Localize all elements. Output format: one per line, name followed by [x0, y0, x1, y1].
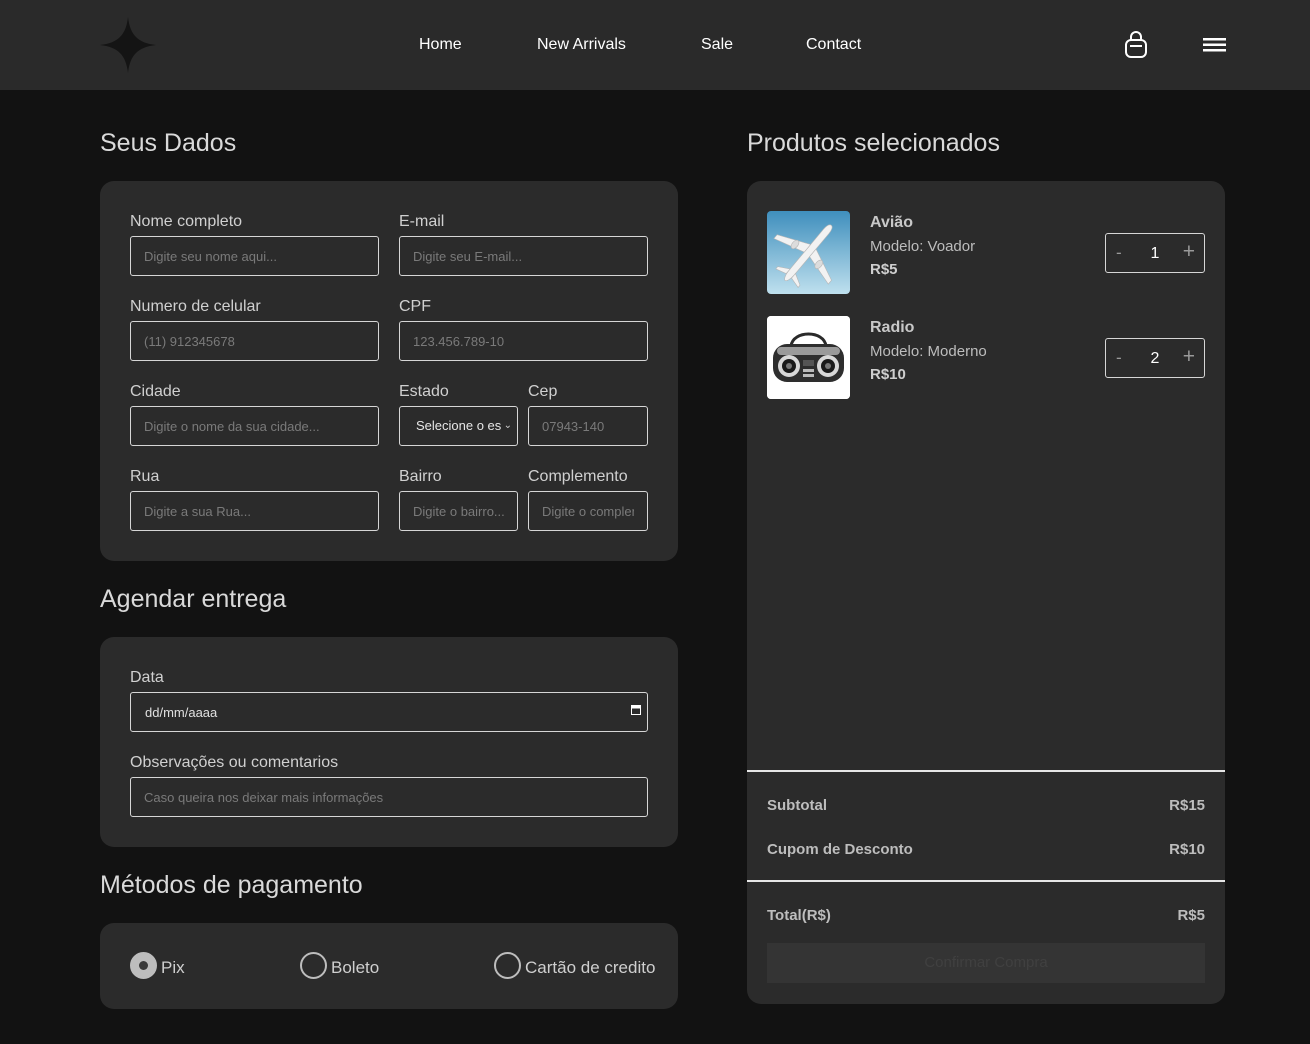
product-name-radio: Radio — [870, 319, 915, 336]
cupom-value: R$10 — [1169, 841, 1205, 858]
qty-increase-button[interactable]: + — [1183, 345, 1195, 369]
radio-boombox-image — [767, 316, 850, 399]
qty-increase-button[interactable]: + — [1183, 240, 1195, 264]
top-navbar: Home New Arrivals Sale Contact — [0, 0, 1310, 90]
radio-boleto[interactable] — [300, 952, 327, 979]
email-label: E-mail — [399, 213, 445, 230]
estado-select[interactable]: Selecione o es ⌄ — [399, 406, 518, 446]
summary-divider-top — [747, 770, 1225, 772]
celular-input[interactable] — [130, 321, 379, 361]
model-value: Moderno — [927, 343, 987, 360]
shopping-bag-icon[interactable] — [1123, 31, 1149, 59]
cpf-label: CPF — [399, 298, 431, 315]
hamburger-menu-icon[interactable] — [1203, 36, 1226, 54]
rua-input[interactable] — [130, 491, 379, 531]
total-value: R$5 — [1177, 907, 1205, 924]
nome-input[interactable] — [130, 236, 379, 276]
complemento-input[interactable] — [528, 491, 648, 531]
summary-divider-bottom — [747, 880, 1225, 882]
payment-option-cartao[interactable]: Cartão de credito — [494, 952, 656, 980]
section-title-seus-dados: Seus Dados — [100, 129, 237, 157]
product-image-radio — [767, 316, 850, 399]
quantity-stepper-aviao: - 1 + — [1105, 233, 1205, 273]
nav-link-contact[interactable]: Contact — [806, 36, 861, 54]
product-name-aviao: Avião — [870, 214, 913, 231]
payment-label-cartao: Cartão de credito — [525, 958, 656, 977]
subtotal-label: Subtotal — [767, 797, 827, 814]
payment-label-boleto: Boleto — [331, 958, 380, 977]
product-price-aviao: R$5 — [870, 261, 898, 278]
obs-label: Observações ou comentarios — [130, 754, 339, 771]
payment-option-pix[interactable]: Pix — [130, 952, 190, 980]
total-label: Total(R$) — [767, 907, 831, 924]
email-input[interactable] — [399, 236, 648, 276]
product-model-radio: Modelo: Moderno — [870, 343, 987, 360]
cpf-input[interactable] — [399, 321, 648, 361]
nav-link-sale[interactable]: Sale — [701, 36, 733, 54]
cidade-input[interactable] — [130, 406, 379, 446]
date-input-value: dd/mm/aaaa — [145, 705, 218, 720]
estado-select-value: Selecione o es — [416, 418, 502, 433]
data-label: Data — [130, 669, 164, 686]
star-logo-icon[interactable] — [100, 17, 156, 73]
payment-label-pix: Pix — [161, 958, 185, 977]
payment-option-boleto[interactable]: Boleto — [300, 952, 390, 980]
cep-input[interactable] — [528, 406, 648, 446]
bairro-label: Bairro — [399, 468, 442, 485]
cupom-label: Cupom de Desconto — [767, 841, 913, 858]
celular-label: Numero de celular — [130, 298, 261, 315]
nav-link-new-arrivals[interactable]: New Arrivals — [537, 36, 626, 54]
rua-label: Rua — [130, 468, 160, 485]
bairro-input[interactable] — [399, 491, 518, 531]
section-title-pagamento: Métodos de pagamento — [100, 871, 363, 899]
model-label: Modelo: — [870, 238, 924, 255]
section-title-produtos: Produtos selecionados — [747, 129, 1000, 157]
date-input[interactable]: dd/mm/aaaa — [130, 692, 648, 732]
subtotal-value: R$15 — [1169, 797, 1205, 814]
nav-link-home[interactable]: Home — [419, 36, 462, 54]
product-price-radio: R$10 — [870, 366, 906, 383]
complemento-label: Complemento — [528, 468, 628, 485]
model-value: Voador — [927, 238, 976, 255]
product-model-aviao: Modelo: Voador — [870, 238, 975, 255]
obs-input[interactable] — [130, 777, 648, 817]
nome-label: Nome completo — [130, 213, 243, 230]
radio-cartao[interactable] — [494, 952, 521, 979]
cidade-label: Cidade — [130, 383, 181, 400]
airplane-image — [767, 211, 850, 294]
product-image-aviao — [767, 211, 850, 294]
section-title-agendar-entrega: Agendar entrega — [100, 585, 287, 613]
calendar-icon[interactable] — [631, 704, 641, 715]
cep-label: Cep — [528, 383, 558, 400]
confirm-purchase-button[interactable]: Confirmar Compra — [767, 943, 1205, 983]
estado-label: Estado — [399, 383, 449, 400]
model-label: Modelo: — [870, 343, 924, 360]
radio-pix[interactable] — [130, 952, 157, 979]
chevron-down-icon: ⌄ — [503, 420, 512, 431]
quantity-stepper-radio: - 2 + — [1105, 338, 1205, 378]
